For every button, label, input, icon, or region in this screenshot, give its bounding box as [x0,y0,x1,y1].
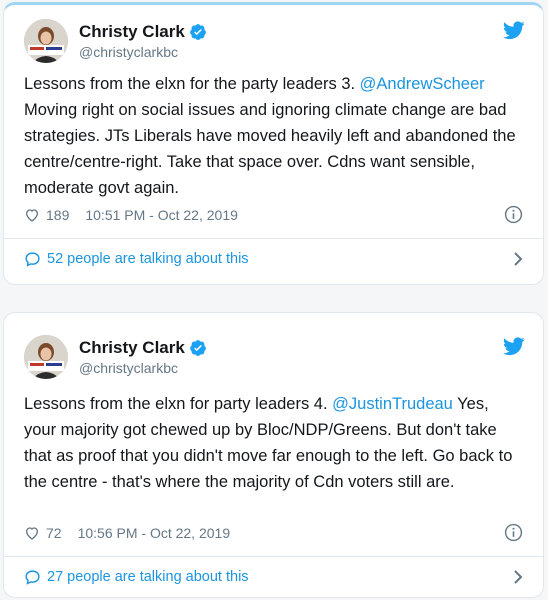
tweet-timestamp[interactable]: 10:56 PM - Oct 22, 2019 [78,525,231,541]
tweet-text: Lessons from the elxn for party leaders … [24,391,525,495]
conversation-link[interactable]: 52 people are talking about this [24,248,525,270]
info-icon[interactable] [504,205,523,224]
chevron-right-icon[interactable] [511,569,525,585]
talking-count-label[interactable]: 52 people are talking about this [47,251,249,267]
tweet-text-part: Moving right on social issues and ignori… [24,101,516,197]
author-handle[interactable]: @christyclarkbc [79,44,178,60]
tweet-card: Christy Clark @christyclarkbc Lessons fr… [3,312,544,598]
speech-bubble-icon [25,569,40,585]
divider [4,556,543,557]
speech-bubble-icon [25,251,40,267]
tweet-timestamp[interactable]: 10:51 PM - Oct 22, 2019 [85,207,238,223]
tweet-meta: 72 10:56 PM - Oct 22, 2019 [24,522,523,544]
mention-link[interactable]: @AndrewScheer [360,75,485,93]
verified-badge-icon [189,24,206,40]
tweet-card: Christy Clark @christyclarkbc Lessons fr… [3,2,544,285]
info-icon[interactable] [504,523,523,542]
mention-link[interactable]: @JustinTrudeau [332,395,453,413]
tweet-text-part: Lessons from the elxn for party leaders … [24,395,333,413]
author-name[interactable]: Christy Clark [79,22,185,42]
verified-badge-icon [189,340,206,356]
tweet-header: Christy Clark @christyclarkbc [24,335,527,379]
tweet-text-part: Lessons from the elxn for the party lead… [24,75,360,93]
heart-icon[interactable] [24,525,40,541]
divider [4,238,543,239]
talking-count-label[interactable]: 27 people are talking about this [47,569,249,585]
twitter-bird-icon[interactable] [503,337,525,356]
avatar[interactable] [24,335,68,379]
author-handle[interactable]: @christyclarkbc [79,360,178,376]
like-count[interactable]: 72 [46,525,62,541]
twitter-bird-icon[interactable] [503,21,525,40]
avatar[interactable] [24,19,68,63]
author-name[interactable]: Christy Clark [79,338,185,358]
tweet-text: Lessons from the elxn for the party lead… [24,71,525,201]
tweet-meta: 189 10:51 PM - Oct 22, 2019 [24,204,523,226]
tweet-header: Christy Clark @christyclarkbc [24,19,527,63]
heart-icon[interactable] [24,207,40,223]
conversation-link[interactable]: 27 people are talking about this [24,566,525,588]
like-count[interactable]: 189 [46,207,69,223]
chevron-right-icon[interactable] [511,251,525,267]
